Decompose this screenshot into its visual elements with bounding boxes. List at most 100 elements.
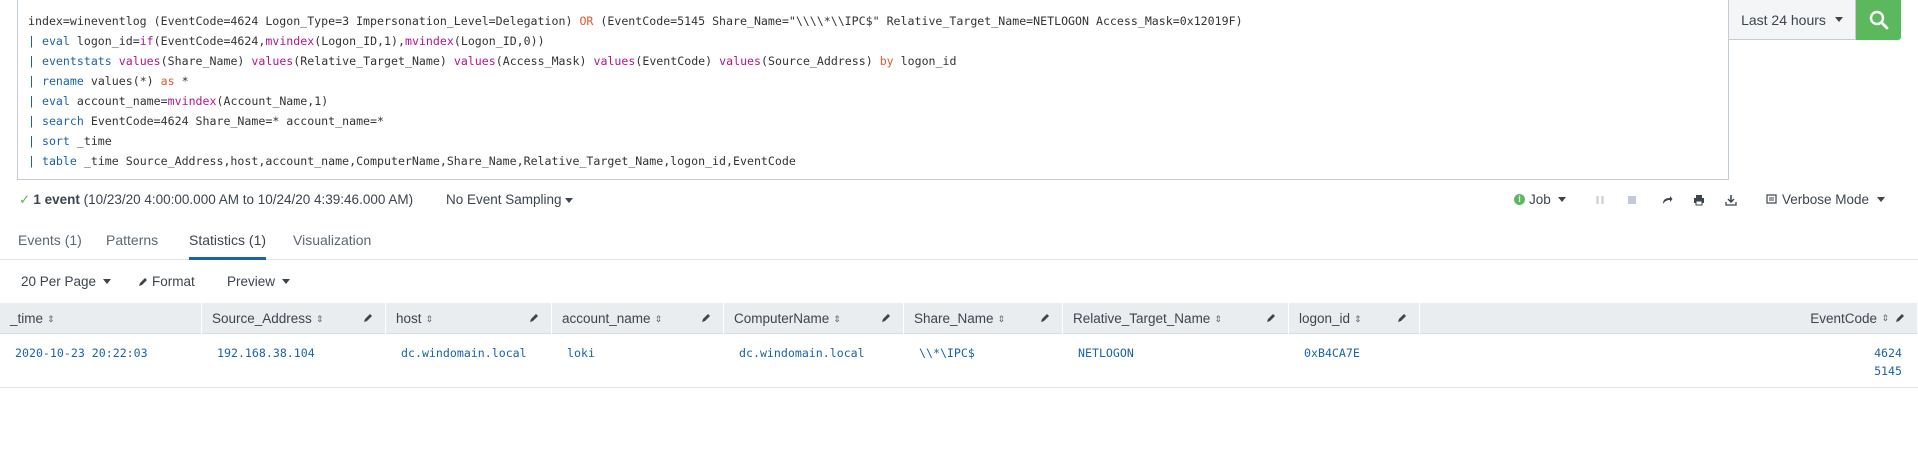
table-cell[interactable]: dc.windomain.local	[739, 344, 865, 362]
job-status-bar: ✓ 1 event (10/23/20 4:00:00.000 AM to 10/…	[0, 186, 1918, 214]
query-token: values	[453, 54, 496, 68]
preview-label: Preview	[227, 274, 276, 289]
column-format-icon[interactable]	[361, 311, 375, 325]
column-format-icon[interactable]	[1893, 311, 1907, 325]
sort-icon[interactable]: ⇕	[1354, 314, 1362, 324]
column-header-relative-target-name[interactable]: Relative_Target_Name ⇕	[1063, 303, 1289, 334]
query-token: |	[28, 34, 42, 48]
time-range-picker[interactable]: Last 24 hours	[1729, 0, 1856, 40]
sort-icon[interactable]: ⇕	[655, 314, 663, 324]
query-token: mvindex	[167, 94, 217, 108]
time-range-label: Last 24 hours	[1741, 11, 1826, 28]
column-header-share-name[interactable]: Share_Name ⇕	[904, 303, 1063, 334]
column-format-icon[interactable]	[879, 311, 893, 325]
column-header-host[interactable]: host ⇕	[386, 303, 552, 334]
query-line: | eval logon_id=if(EventCode=4624,mvinde…	[28, 31, 1720, 51]
query-token: _time	[69, 134, 112, 148]
table-cell[interactable]: 0xB4CA7E	[1304, 344, 1360, 362]
search-query-editor[interactable]: index=wineventlog (EventCode=4624 Logon_…	[17, 0, 1729, 180]
query-token: mvindex	[404, 34, 454, 48]
sort-icon[interactable]: ⇕	[426, 314, 434, 324]
results-toolbar: 20 Per Page Format Preview	[0, 270, 1918, 296]
pencil-icon	[139, 277, 147, 286]
query-token: EventCode=4624 Share_Name=* account_name…	[83, 114, 385, 128]
event-sampling-label: No Event Sampling	[446, 192, 562, 207]
table-cell[interactable]: 192.168.38.104	[217, 344, 315, 362]
preview-dropdown[interactable]: Preview	[227, 274, 291, 289]
tab-statistics[interactable]: Statistics (1)	[189, 232, 267, 260]
query-token: (Share_Name)	[160, 54, 252, 68]
table-header: _time ⇕ Source_Address ⇕ host ⇕ account_name ⇕ C…	[0, 303, 1918, 334]
chevron-down-icon	[103, 279, 112, 284]
table-cell[interactable]: dc.windomain.local	[401, 344, 527, 362]
query-token: (Source_Address)	[761, 54, 880, 68]
chevron-down-icon	[1834, 17, 1843, 22]
stop-button[interactable]	[1624, 192, 1640, 208]
sort-icon[interactable]: ⇕	[1881, 314, 1889, 323]
chevron-down-icon	[564, 197, 573, 203]
column-header-logon-id[interactable]: logon_id ⇕	[1289, 303, 1420, 334]
export-button[interactable]	[1723, 192, 1739, 208]
query-token: (Access_Mask)	[495, 54, 594, 68]
search-area: index=wineventlog (EventCode=4624 Logon_…	[0, 0, 1918, 180]
sort-icon[interactable]: ⇕	[1214, 314, 1222, 324]
table-cell[interactable]: NETLOGON	[1078, 344, 1134, 362]
share-button[interactable]	[1659, 192, 1675, 208]
column-format-icon[interactable]	[1264, 311, 1278, 325]
per-page-label: 20 Per Page	[21, 274, 97, 289]
job-label: Job	[1529, 192, 1551, 207]
table-cell[interactable]: \\*\IPC$	[919, 344, 975, 362]
print-button[interactable]	[1691, 192, 1707, 208]
checkmark-icon: ✓	[19, 192, 31, 207]
search-button[interactable]	[1856, 0, 1901, 40]
tab-patterns[interactable]: Patterns	[106, 232, 158, 260]
job-menu[interactable]: i Job	[1514, 192, 1566, 207]
column-header-label: ComputerName	[734, 311, 830, 326]
column-header-computername[interactable]: ComputerName ⇕	[724, 303, 904, 334]
table-cell[interactable]: 4624 5145	[1874, 344, 1902, 380]
column-header-label: Relative_Target_Name	[1073, 311, 1211, 326]
column-header-label: logon_id	[1299, 311, 1351, 326]
pause-button[interactable]	[1592, 192, 1608, 208]
sort-icon[interactable]: ⇕	[47, 314, 55, 324]
query-token: (Logon_ID,1),	[314, 34, 405, 48]
column-header-time[interactable]: _time ⇕	[0, 303, 202, 334]
info-icon: i	[1514, 194, 1525, 205]
query-token: eval	[41, 94, 70, 108]
column-format-icon[interactable]	[699, 311, 713, 325]
query-line: | rename values(*) as *	[28, 71, 1720, 91]
event-sampling-dropdown[interactable]: No Event Sampling	[446, 192, 573, 207]
column-header-eventcode[interactable]: EventCode ⇕	[1420, 303, 1918, 334]
chevron-down-icon	[282, 279, 291, 284]
query-token: account_name=	[69, 94, 168, 108]
query-token: (Account_Name,1)	[216, 94, 329, 108]
event-count: ✓ 1 event (10/23/20 4:00:00.000 AM to 10/…	[19, 192, 413, 208]
query-token: search	[41, 114, 84, 128]
share-icon	[1663, 196, 1673, 204]
query-token: rename	[41, 74, 84, 88]
table-cell[interactable]: 2020-10-23 20:22:03	[15, 344, 148, 362]
query-token: eval	[41, 34, 70, 48]
sort-icon[interactable]: ⇕	[833, 314, 841, 324]
column-format-icon[interactable]	[527, 311, 541, 325]
table-cell[interactable]: loki	[567, 344, 595, 362]
tab-events[interactable]: Events (1)	[18, 232, 82, 260]
tab-visualization[interactable]: Visualization	[293, 232, 371, 260]
query-token: if	[139, 34, 154, 48]
column-header-source-address[interactable]: Source_Address ⇕	[202, 303, 386, 334]
sort-icon[interactable]: ⇕	[998, 314, 1006, 324]
column-header-account-name[interactable]: account_name ⇕	[552, 303, 724, 334]
format-button[interactable]: Format	[138, 274, 195, 289]
query-token: (Logon_ID,0))	[453, 34, 545, 48]
query-token: (Relative_Target_Name)	[293, 54, 454, 68]
query-token: |	[28, 54, 42, 68]
event-time-range: (10/23/20 4:00:00.000 AM to 10/24/20 4:3…	[79, 192, 414, 207]
per-page-dropdown[interactable]: 20 Per Page	[21, 274, 112, 289]
column-format-icon[interactable]	[1395, 311, 1409, 325]
query-token: as	[160, 74, 175, 88]
column-header-label: _time	[10, 311, 44, 326]
sort-icon[interactable]: ⇕	[316, 314, 324, 324]
mode-icon	[1766, 194, 1777, 204]
search-mode-dropdown[interactable]: Verbose Mode	[1766, 192, 1886, 207]
column-format-icon[interactable]	[1038, 311, 1052, 325]
